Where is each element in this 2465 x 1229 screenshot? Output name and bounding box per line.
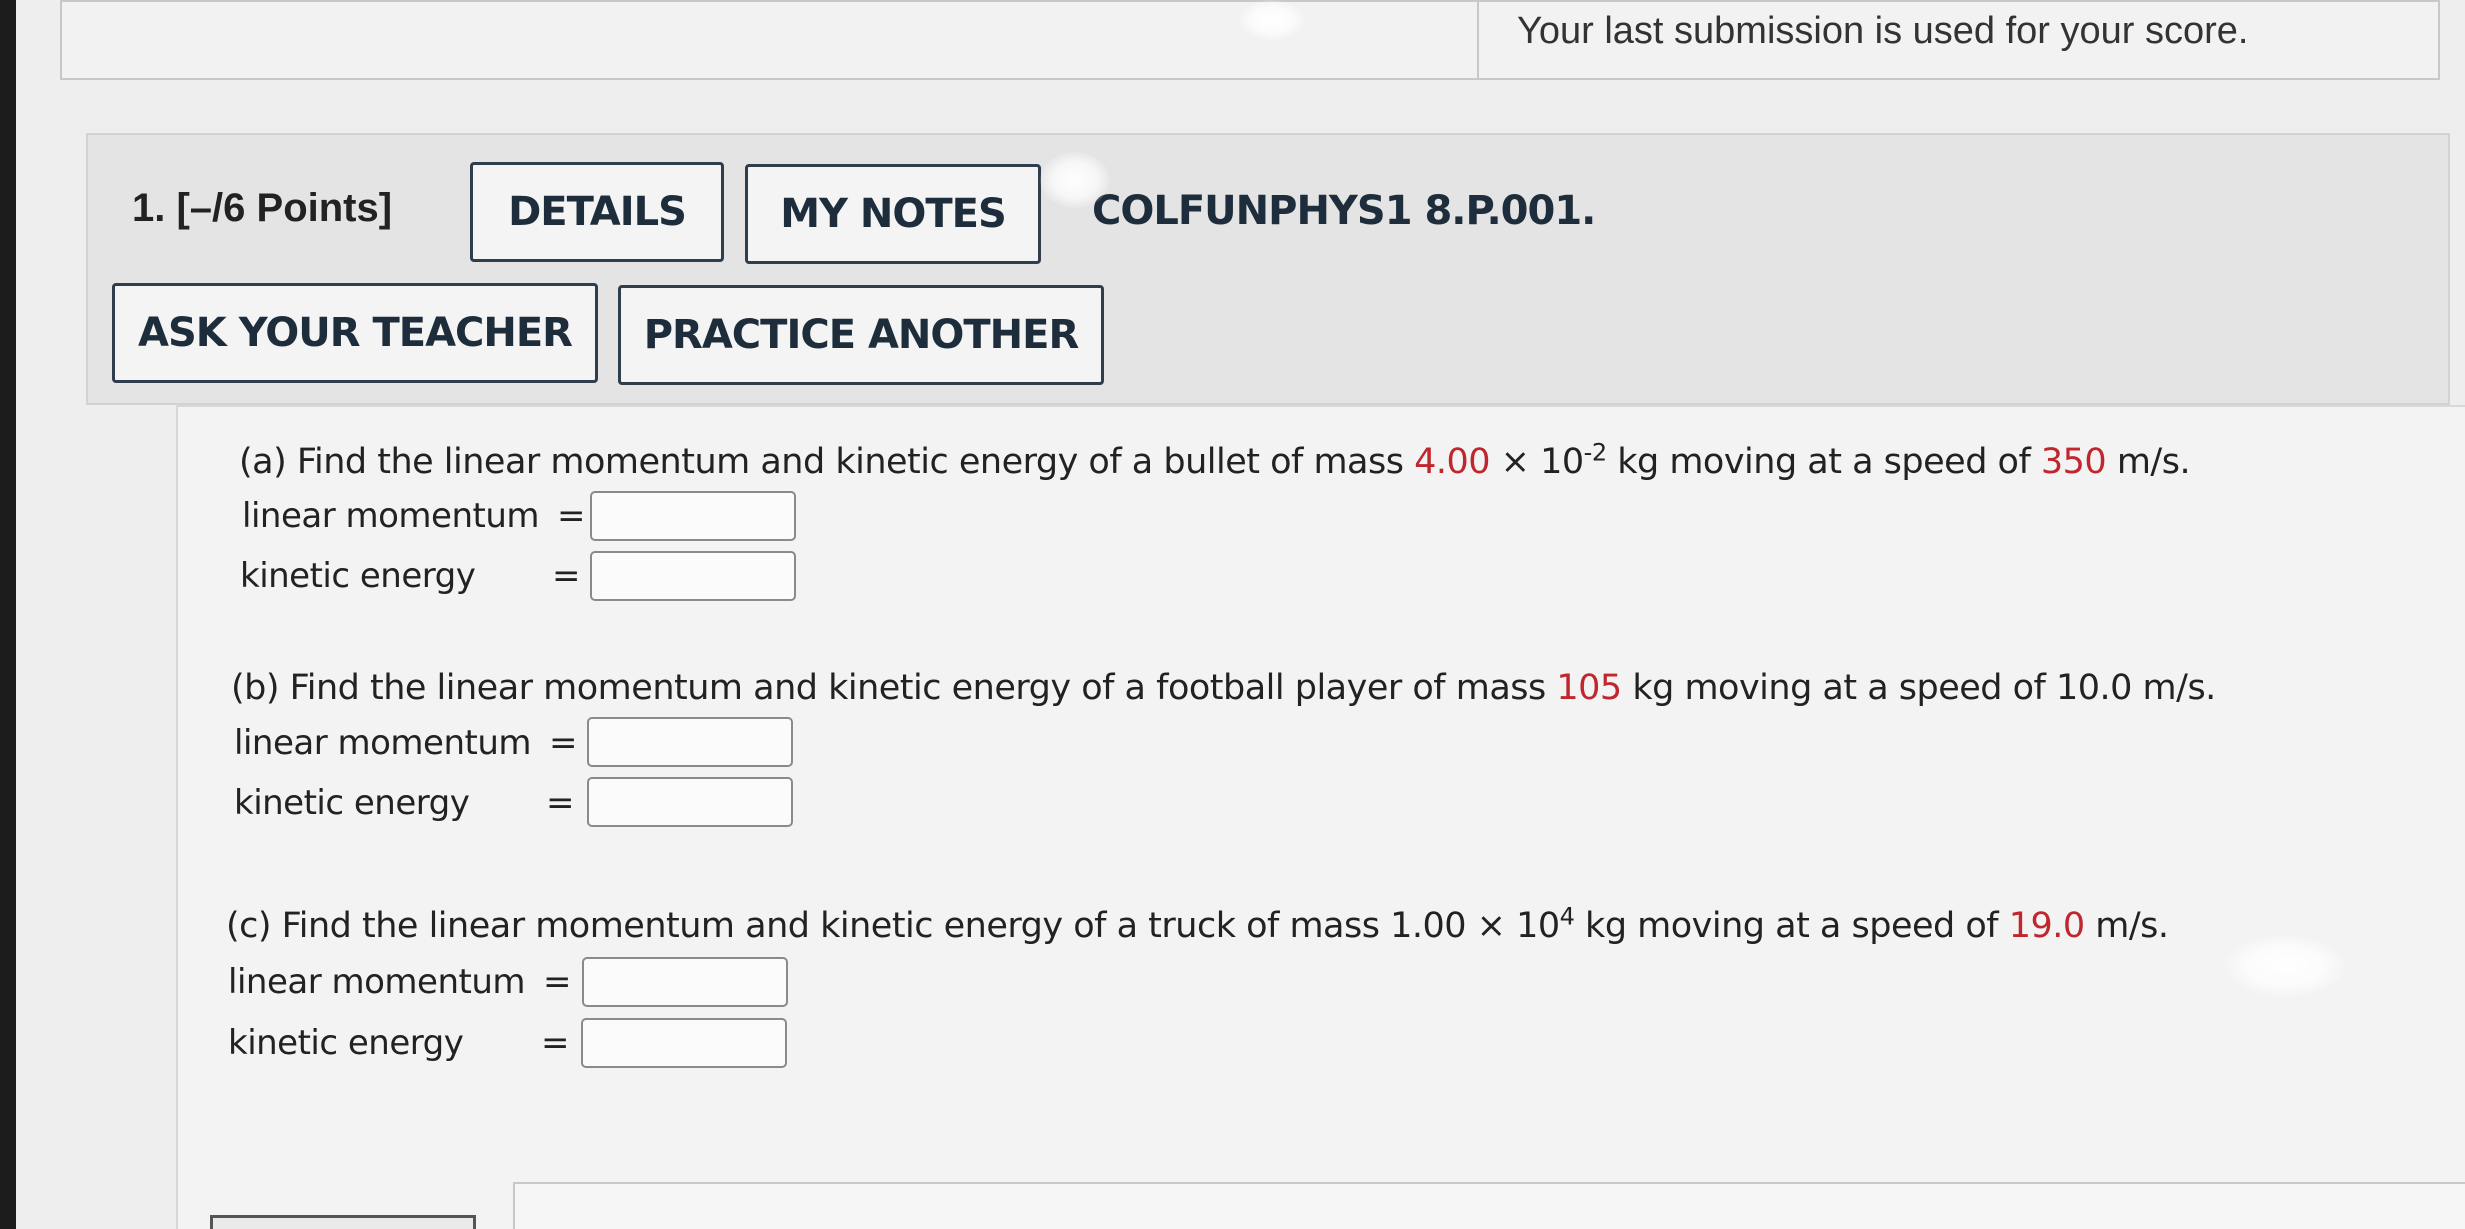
part-a-momentum-label: linear momentum: [242, 496, 540, 536]
question-code: COLFUNPHYS1 8.P.001.: [1092, 188, 1596, 234]
bottom-panel: [513, 1182, 2465, 1229]
part-b-energy-label: kinetic energy: [234, 783, 470, 823]
part-c-speed: 19.0: [2008, 906, 2085, 946]
part-b-mass: 105: [1556, 668, 1622, 708]
part-c-momentum-label: linear momentum: [228, 962, 526, 1002]
part-b-momentum-equals: =: [549, 723, 578, 763]
part-b-prompt: (b) Find the linear momentum and kinetic…: [231, 668, 2216, 708]
question-number-points: 1. [–/6 Points]: [132, 186, 393, 230]
part-a-energy-input[interactable]: [590, 551, 796, 601]
notice-divider: [1477, 2, 1479, 80]
part-a-mass: 4.00: [1414, 442, 1491, 482]
practice-another-button[interactable]: PRACTICE ANOTHER: [618, 285, 1104, 385]
details-button[interactable]: DETAILS: [470, 162, 724, 262]
part-a-energy-label: kinetic energy: [240, 556, 476, 596]
glare-reflection: [1240, 0, 1304, 40]
part-a-momentum-equals: =: [557, 496, 586, 536]
part-a-speed: 350: [2040, 442, 2107, 482]
glare-reflection: [2225, 935, 2345, 997]
part-c-prompt: (c) Find the linear momentum and kinetic…: [226, 902, 2169, 946]
my-notes-button[interactable]: MY NOTES: [745, 164, 1041, 264]
part-a-momentum-input[interactable]: [590, 491, 796, 541]
submit-button-partial[interactable]: [210, 1215, 476, 1229]
part-b-energy-equals: =: [546, 783, 575, 823]
part-a-prompt: (a) Find the linear momentum and kinetic…: [239, 438, 2191, 482]
part-c-energy-input[interactable]: [581, 1018, 787, 1068]
part-c-energy-equals: =: [541, 1023, 570, 1063]
part-b-energy-input[interactable]: [587, 777, 793, 827]
part-b-momentum-label: linear momentum: [234, 723, 532, 763]
glare-reflection: [1040, 152, 1110, 208]
ask-your-teacher-button[interactable]: ASK YOUR TEACHER: [112, 283, 598, 383]
part-c-momentum-input[interactable]: [582, 957, 788, 1007]
part-a-energy-equals: =: [552, 556, 581, 596]
score-notice-text: Your last submission is used for your sc…: [1517, 10, 2249, 52]
part-b-momentum-input[interactable]: [587, 717, 793, 767]
left-edge-strip: [0, 0, 16, 1229]
part-c-energy-label: kinetic energy: [228, 1023, 464, 1063]
part-c-momentum-equals: =: [543, 962, 572, 1002]
